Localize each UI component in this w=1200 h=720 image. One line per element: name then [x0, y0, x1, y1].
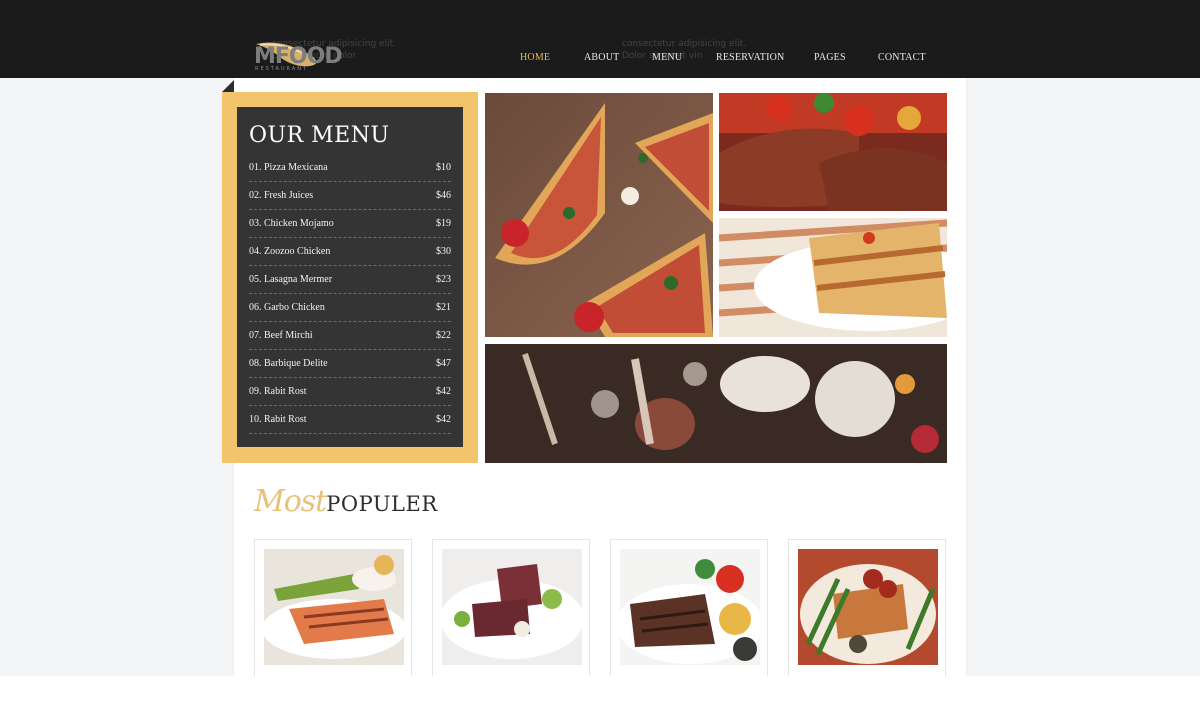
section-title-bold: POPULER: [326, 492, 438, 516]
lasagna-photo[interactable]: [719, 218, 947, 337]
menu-item-price: $42: [436, 386, 451, 397]
site-logo[interactable]: MFOOD RESTAURANT: [252, 38, 362, 74]
menu-item-name: 07. Beef Mirchi: [249, 330, 313, 341]
menu-item[interactable]: 07. Beef Mirchi $22: [249, 322, 451, 350]
popular-card-chicken[interactable]: [788, 539, 946, 679]
menu-item-price: $47: [436, 358, 451, 369]
menu-item[interactable]: 08. Barbique Delite $47: [249, 350, 451, 378]
menu-item-name: 06. Garbo Chicken: [249, 302, 325, 313]
menu-item[interactable]: 01. Pizza Mexicana $10: [249, 154, 451, 182]
top-header: consectetur adipisicing elit. Lorem ipsu…: [0, 0, 1200, 78]
nav-menu[interactable]: MENU: [652, 52, 682, 63]
menu-item[interactable]: 04. Zoozoo Chicken $30: [249, 238, 451, 266]
menu-item-price: $19: [436, 218, 451, 229]
menu-item-name: 02. Fresh Juices: [249, 190, 314, 201]
popular-card-salmon[interactable]: [254, 539, 412, 679]
section-title: MostPOPULER: [254, 484, 438, 524]
menu-title: OUR MENU: [249, 123, 390, 148]
menu-item-price: $21: [436, 302, 451, 313]
logo-subtitle: RESTAURANT: [255, 66, 309, 72]
nav-home[interactable]: HOME: [520, 52, 550, 63]
page-footer-strip: [0, 676, 1200, 720]
menu-item-name: 10. Rabit Rost: [249, 414, 307, 425]
ribbon-fold: [222, 80, 234, 92]
nav-pages[interactable]: PAGES: [814, 52, 846, 63]
menu-item-name: 08. Barbique Delite: [249, 358, 328, 369]
section-title-script: Most: [254, 484, 327, 519]
menu-item-name: 03. Chicken Mojamo: [249, 218, 334, 229]
lamb-dish-photo: [442, 549, 582, 665]
menu-item-name: 09. Rabit Rost: [249, 386, 307, 397]
chicken-dish-photo: [798, 549, 938, 665]
dinner-table-photo[interactable]: [485, 344, 947, 463]
steak-photo[interactable]: [719, 93, 947, 211]
popular-card-lamb[interactable]: [432, 539, 590, 679]
menu-list: 01. Pizza Mexicana $10 02. Fresh Juices $4…: [249, 154, 451, 434]
menu-item-name: 04. Zoozoo Chicken: [249, 246, 331, 257]
menu-item-price: $23: [436, 274, 451, 285]
steak-dish-photo: [620, 549, 760, 665]
nav-about[interactable]: ABOUT: [584, 52, 619, 63]
menu-item[interactable]: 06. Garbo Chicken $21: [249, 294, 451, 322]
menu-item[interactable]: 10. Rabit Rost $42: [249, 406, 451, 434]
nav-reservation[interactable]: RESERVATION: [716, 52, 784, 63]
menu-item-price: $46: [436, 190, 451, 201]
menu-card: OUR MENU 01. Pizza Mexicana $10 02. Fresh…: [237, 107, 463, 447]
menu-item-name: 05. Lasagna Mermer: [249, 274, 333, 285]
menu-item[interactable]: 09. Rabit Rost $42: [249, 378, 451, 406]
menu-item[interactable]: 03. Chicken Mojamo $19: [249, 210, 451, 238]
pizza-photo[interactable]: [485, 93, 713, 337]
menu-item-price: $22: [436, 330, 451, 341]
popular-card-steak[interactable]: [610, 539, 768, 679]
menu-item-price: $30: [436, 246, 451, 257]
nav-contact[interactable]: CONTACT: [878, 52, 926, 63]
menu-item[interactable]: 05. Lasagna Mermer $23: [249, 266, 451, 294]
menu-item-name: 01. Pizza Mexicana: [249, 162, 328, 173]
menu-item-price: $10: [436, 162, 451, 173]
menu-item-price: $42: [436, 414, 451, 425]
salmon-dish-photo: [264, 549, 404, 665]
menu-item[interactable]: 02. Fresh Juices $46: [249, 182, 451, 210]
